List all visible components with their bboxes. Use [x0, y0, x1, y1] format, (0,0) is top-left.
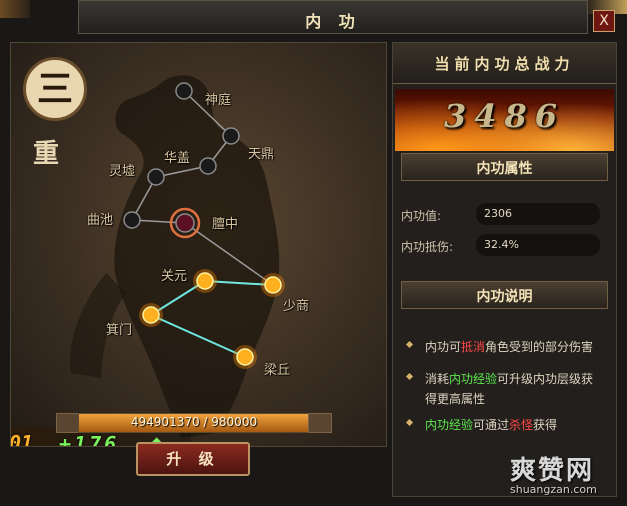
acupoint-node[interactable]	[222, 127, 240, 145]
description-fragment: 杀怪	[509, 418, 534, 432]
total-power-header: 当前内功总战力	[393, 43, 616, 84]
acupoint-label: 灵墟	[109, 164, 136, 179]
corner-ornament-left	[0, 0, 30, 18]
total-power-title: 当前内功总战力	[434, 55, 575, 73]
acupoint-node[interactable]	[123, 211, 141, 229]
description-fragment: 抵消	[461, 340, 486, 354]
exp-bar-cap-right	[308, 413, 332, 433]
acupoint-node[interactable]	[199, 157, 217, 175]
acupoint-label: 膻中	[212, 217, 239, 232]
stat-label: 内功值:	[401, 209, 442, 223]
description-fragment: 内功可	[425, 340, 462, 354]
stat-value: 2306	[484, 207, 512, 220]
acupoint-label: 天鼎	[248, 147, 275, 162]
meridian-panel: 三 重 神庭 天鼎 华盖 灵墟 曲池 膻中 关元 少商 箕门 梁丘 01 +176 ⬆	[10, 42, 387, 447]
total-power-value: 3486	[443, 97, 566, 135]
upgrade-button[interactable]: 升 级	[136, 442, 250, 476]
power-current-digits: 01	[10, 431, 34, 447]
description-fragment: 内功经验	[425, 418, 474, 432]
bullet-icon	[405, 340, 414, 349]
attributes-header: 内功属性	[401, 153, 608, 181]
bullet-icon	[405, 372, 414, 381]
watermark-url: shuangzan.com	[510, 483, 597, 496]
stats-panel: 当前内功总战力 3486 内功属性 内功值: 2306 内功抵伤: 32.4% …	[392, 42, 617, 497]
acupoint-label: 箕门	[106, 323, 133, 338]
close-button[interactable]: X	[593, 10, 615, 32]
stat-row-power: 内功值: 2306	[401, 203, 600, 225]
description-fragment: 可通过	[473, 418, 510, 432]
description-fragment: 内功经验	[449, 372, 498, 386]
description-fragment: 角色受到的部分伤害	[485, 340, 594, 354]
acupoint-node[interactable]	[264, 276, 282, 294]
stat-field: 32.4%	[476, 234, 600, 256]
acupoint-node[interactable]	[142, 306, 160, 324]
power-increase: +176	[59, 432, 120, 447]
stat-field: 2306	[476, 203, 600, 225]
description-text: 内功经验可通过杀怪获得	[425, 415, 603, 435]
attributes-title: 内功属性	[476, 161, 533, 177]
acupoint-node[interactable]	[175, 82, 193, 100]
description-fragment: 获得	[533, 418, 558, 432]
acupoint-node[interactable]	[175, 213, 195, 233]
total-power-display: 3486	[395, 89, 614, 151]
acupoint-label: 少商	[283, 299, 310, 314]
meridian-link	[150, 314, 246, 358]
acupoint-label: 关元	[161, 269, 188, 284]
acupoint-label: 梁丘	[264, 363, 291, 378]
description-text: 内功可抵消角色受到的部分伤害	[425, 337, 603, 357]
acupoint-map	[123, 82, 285, 369]
close-icon: X	[599, 13, 609, 29]
description-title: 内功说明	[476, 289, 533, 305]
acupoint-label: 曲池	[87, 213, 114, 228]
acupoint-node[interactable]	[196, 272, 214, 290]
inner-power-window: 内 功 X 三 重 神庭 天鼎 华盖 灵墟 曲池 膻中 关元 少商 箕门 梁丘 01 +176 ⬆…	[0, 0, 627, 506]
experience-bar: 494901370 / 980000	[78, 413, 310, 433]
experience-text: 494901370 / 980000	[130, 415, 258, 429]
description-fragment: 消耗	[425, 372, 450, 386]
window-titlebar: 内 功	[78, 0, 588, 34]
description-text: 消耗内功经验可升级内功层级获得更高属性	[425, 369, 603, 409]
stat-row-resist: 内功抵伤: 32.4%	[401, 234, 600, 256]
acupoint-label: 神庭	[205, 93, 232, 108]
window-title: 内 功	[305, 12, 361, 31]
bullet-icon	[405, 418, 414, 427]
acupoint-label: 华盖	[164, 151, 191, 166]
acupoint-node[interactable]	[236, 348, 254, 366]
acupoint-node[interactable]	[147, 168, 165, 186]
stat-label: 内功抵伤:	[401, 240, 454, 254]
description-header: 内功说明	[401, 281, 608, 309]
watermark-brand: 爽赞网	[510, 456, 595, 486]
stat-value: 32.4%	[484, 238, 519, 251]
exp-bar-cap-left	[56, 413, 80, 433]
